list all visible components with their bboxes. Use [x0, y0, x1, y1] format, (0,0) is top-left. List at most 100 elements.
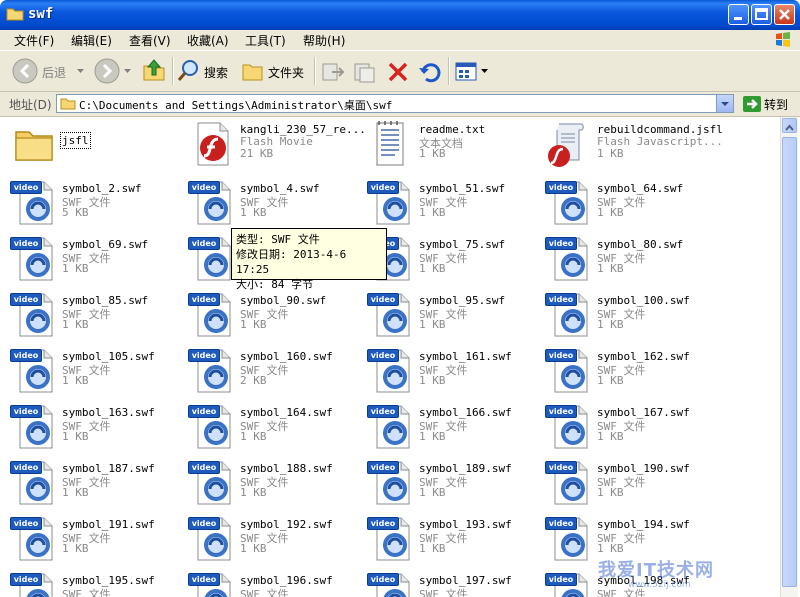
up-folder-button[interactable]: [140, 56, 170, 86]
video-badge-icon: video: [188, 405, 220, 418]
file-size: 1 KB: [240, 206, 267, 219]
menu-edit[interactable]: 编辑(E): [71, 32, 112, 49]
swf-video-icon: video: [10, 459, 58, 507]
file-item[interactable]: video symbol_188.swf SWF 文件 1 KB: [182, 459, 360, 513]
file-item[interactable]: video symbol_196.swf SWF 文件: [182, 571, 360, 597]
file-item[interactable]: readme.txt 文本文档 1 KB: [361, 120, 539, 174]
file-item[interactable]: video symbol_189.swf SWF 文件 1 KB: [361, 459, 539, 513]
swf-video-icon: video: [10, 515, 58, 563]
file-item[interactable]: video symbol_100.swf SWF 文件 1 KB: [539, 291, 717, 345]
back-button[interactable]: 后退: [8, 56, 76, 86]
file-item[interactable]: videosymbol_75.swfSWF 文件1 KB: [361, 235, 539, 289]
file-item[interactable]: jsfl: [4, 120, 182, 174]
file-item[interactable]: video symbol_163.swf SWF 文件 1 KB: [4, 403, 182, 457]
menu-tools[interactable]: 工具(T): [245, 32, 286, 49]
file-item[interactable]: video symbol_193.swf SWF 文件 1 KB: [361, 515, 539, 569]
go-arrow-icon: [743, 96, 761, 112]
views-icon: [455, 62, 477, 81]
menu-view[interactable]: 查看(V): [129, 32, 171, 49]
file-item[interactable]: video symbol_85.swf SWF 文件 1 KB: [4, 291, 182, 345]
close-button[interactable]: [774, 4, 795, 25]
file-size: 1 KB: [419, 430, 446, 443]
file-item[interactable]: video symbol_4.swf SWF 文件 1 KB: [182, 179, 360, 233]
menu-help[interactable]: 帮助(H): [303, 32, 345, 49]
file-item[interactable]: video symbol_192.swf SWF 文件 1 KB: [182, 515, 360, 569]
file-item[interactable]: video symbol_162.swf SWF 文件 1 KB: [539, 347, 717, 401]
maximize-button[interactable]: [751, 4, 772, 25]
file-size: 1 KB: [419, 206, 446, 219]
file-item[interactable]: video symbol_190.swf SWF 文件 1 KB: [539, 459, 717, 513]
file-item[interactable]: video symbol_90.swf SWF 文件 1 KB: [182, 291, 360, 345]
delete-icon[interactable]: [386, 60, 410, 84]
address-label: 地址(D): [9, 98, 52, 112]
scroll-thumb[interactable]: [782, 137, 797, 587]
close-icon: [779, 9, 790, 20]
file-item[interactable]: video symbol_51.swf SWF 文件 1 KB: [361, 179, 539, 233]
flash-script-icon: [545, 120, 593, 168]
address-input[interactable]: C:\Documents and Settings\Administrator\…: [56, 94, 734, 113]
menu-favorites[interactable]: 收藏(A): [187, 32, 229, 49]
swf-video-icon: video: [188, 571, 236, 597]
chevron-down-icon: [721, 102, 729, 106]
swf-video-icon: video: [10, 291, 58, 339]
chevron-up-icon: [785, 124, 794, 131]
video-badge-icon: video: [367, 293, 399, 306]
forward-button[interactable]: [90, 56, 132, 86]
file-type: SWF 文件: [419, 588, 468, 597]
file-item[interactable]: video symbol_160.swf SWF 文件 2 KB: [182, 347, 360, 401]
back-arrow-icon: [12, 58, 38, 84]
vertical-scrollbar[interactable]: [780, 117, 798, 597]
swf-video-icon: video: [188, 459, 236, 507]
undo-icon[interactable]: [417, 60, 443, 84]
video-badge-icon: video: [188, 517, 220, 530]
address-path: C:\Documents and Settings\Administrator\…: [79, 99, 393, 112]
file-size: 1 KB: [597, 430, 624, 443]
file-item[interactable]: video symbol_64.swf SWF 文件 1 KB: [539, 179, 717, 233]
swf-video-icon: video: [367, 291, 415, 339]
video-badge-icon: video: [367, 461, 399, 474]
file-size: 1 KB: [62, 486, 89, 499]
search-button[interactable]: 搜索: [176, 56, 232, 86]
folders-icon: [242, 64, 263, 81]
file-item[interactable]: rebuildcommand.jsfl Flash Javascript... 1 …: [539, 120, 723, 174]
file-info-tooltip: 类型: SWF 文件 修改日期: 2013-4-6 17:25 大小: 84 字…: [231, 228, 387, 291]
folders-button[interactable]: 文件夹: [240, 56, 308, 86]
back-label: 后退: [42, 66, 67, 80]
video-badge-icon: video: [545, 349, 577, 362]
move-to-icon[interactable]: [320, 60, 346, 84]
file-size: 1 KB: [597, 542, 624, 555]
minimize-button[interactable]: [728, 4, 749, 25]
file-item[interactable]: video symbol_164.swf SWF 文件 1 KB: [182, 403, 360, 457]
file-item[interactable]: kangli_230_57_re... Flash Movie 21 KB: [182, 120, 366, 174]
file-item[interactable]: video symbol_195.swf SWF 文件: [4, 571, 182, 597]
file-item[interactable]: video symbol_167.swf SWF 文件 1 KB: [539, 403, 717, 457]
file-item[interactable]: video symbol_161.swf SWF 文件 1 KB: [361, 347, 539, 401]
views-button[interactable]: [454, 56, 490, 86]
file-item[interactable]: video symbol_191.swf SWF 文件 1 KB: [4, 515, 182, 569]
file-item[interactable]: video symbol_197.swf SWF 文件: [361, 571, 539, 597]
chevron-down-icon[interactable]: [77, 69, 85, 75]
toolbar-separator: [172, 57, 174, 85]
file-item[interactable]: video symbol_187.swf SWF 文件 1 KB: [4, 459, 182, 513]
title-bar[interactable]: swf: [0, 0, 800, 30]
scroll-up-button[interactable]: [782, 118, 797, 133]
file-item[interactable]: video symbol_69.swf SWF 文件 1 KB: [4, 235, 182, 289]
file-size: 1 KB: [62, 374, 89, 387]
file-item[interactable]: video symbol_80.swf SWF 文件 1 KB: [539, 235, 717, 289]
file-item[interactable]: video symbol_166.swf SWF 文件 1 KB: [361, 403, 539, 457]
go-button[interactable]: 转到: [740, 94, 796, 113]
copy-to-icon[interactable]: [352, 60, 378, 84]
file-size: 1 KB: [62, 318, 89, 331]
file-item[interactable]: video symbol_2.swf SWF 文件 5 KB: [4, 179, 182, 233]
explorer-window: swf 文件(F) 编辑(E) 查看(V) 收藏(A) 工具(T) 帮助(H) …: [0, 0, 800, 597]
address-dropdown-button[interactable]: [716, 95, 733, 112]
menu-file[interactable]: 文件(F): [14, 32, 54, 49]
video-badge-icon: video: [10, 573, 42, 586]
video-badge-icon: video: [367, 405, 399, 418]
file-item[interactable]: video symbol_105.swf SWF 文件 1 KB: [4, 347, 182, 401]
file-item[interactable]: video symbol_95.swf SWF 文件 1 KB: [361, 291, 539, 345]
swf-video-icon: video: [545, 347, 593, 395]
chevron-down-icon: [124, 69, 131, 73]
swf-video-icon: video: [545, 235, 593, 283]
chevron-down-icon: [481, 69, 488, 73]
